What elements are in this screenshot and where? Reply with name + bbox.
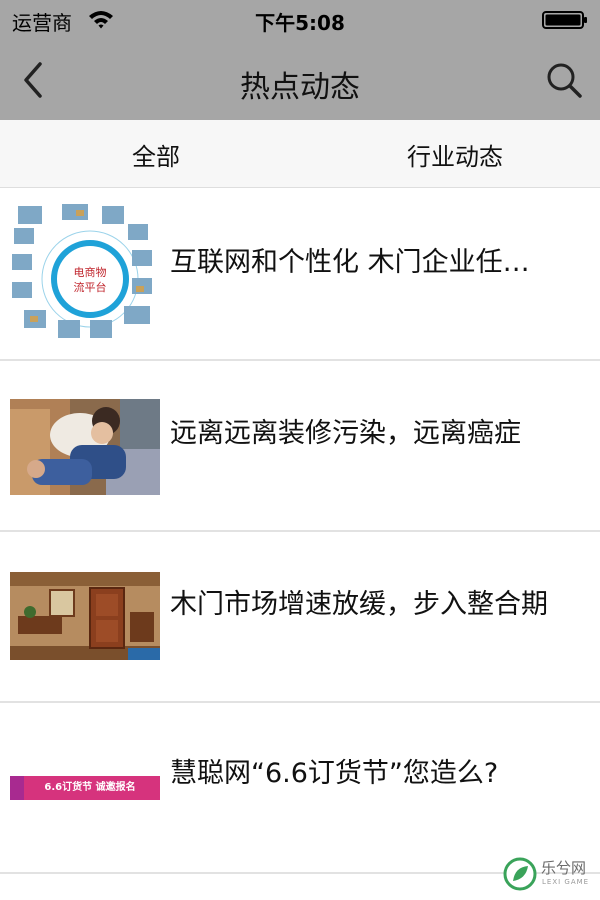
site-watermark: 乐兮网 LEXI GAME bbox=[503, 855, 595, 895]
watermark-subtitle: LEXI GAME bbox=[542, 878, 590, 886]
article-thumbnail bbox=[10, 399, 160, 495]
chevron-left-icon bbox=[24, 62, 42, 98]
back-button[interactable] bbox=[16, 58, 56, 102]
article-thumbnail bbox=[10, 572, 160, 660]
watermark-name: 乐兮网 bbox=[541, 859, 587, 877]
wooden-door-room-photo bbox=[10, 572, 160, 660]
list-item[interactable]: 木门市场增速放缓，步入整合期 bbox=[0, 532, 600, 703]
page-title: 热点动态 bbox=[240, 70, 360, 105]
article-title: 远离远离装修污染，远离癌症 bbox=[170, 418, 521, 449]
navigation-bar: 热点动态 bbox=[0, 40, 600, 120]
article-thumbnail: 6.6订货节 诚邀报名 bbox=[10, 776, 160, 800]
banner-text: 6.6订货节 诚邀报名 bbox=[44, 780, 135, 793]
tab-all[interactable]: 全部 bbox=[6, 120, 306, 188]
status-bar: 运营商 下午5:08 bbox=[0, 0, 600, 40]
order-festival-banner: 6.6订货节 诚邀报名 bbox=[10, 776, 160, 800]
list-item[interactable]: 远离远离装修污染，远离癌症 bbox=[0, 361, 600, 532]
search-button[interactable] bbox=[542, 58, 586, 102]
category-tabs: 全部 行业动态 bbox=[0, 120, 600, 188]
diagram-center-label: 电商物 bbox=[74, 265, 107, 279]
search-icon bbox=[547, 63, 582, 98]
list-item[interactable]: 6.6订货节 诚邀报名 慧聪网“6.6订货节”您造么? bbox=[0, 703, 600, 874]
status-time: 下午5:08 bbox=[255, 11, 345, 35]
article-title: 木门市场增速放缓，步入整合期 bbox=[170, 589, 548, 620]
article-thumbnail: 电商物 流平台 bbox=[10, 202, 160, 347]
tab-industry-news[interactable]: 行业动态 bbox=[305, 120, 600, 188]
article-title: 慧聪网“6.6订货节”您造么? bbox=[170, 758, 499, 789]
diagram-center-label-line2: 流平台 bbox=[74, 280, 107, 294]
ecommerce-logistics-diagram: 电商物 流平台 bbox=[10, 202, 160, 347]
mother-child-photo bbox=[10, 399, 160, 495]
battery-icon bbox=[542, 11, 587, 29]
list-item[interactable]: 电商物 流平台 互联网和个性化 木门企业任… bbox=[0, 188, 600, 361]
article-title: 互联网和个性化 木门企业任… bbox=[170, 247, 530, 278]
leaf-logo-icon bbox=[503, 857, 537, 891]
